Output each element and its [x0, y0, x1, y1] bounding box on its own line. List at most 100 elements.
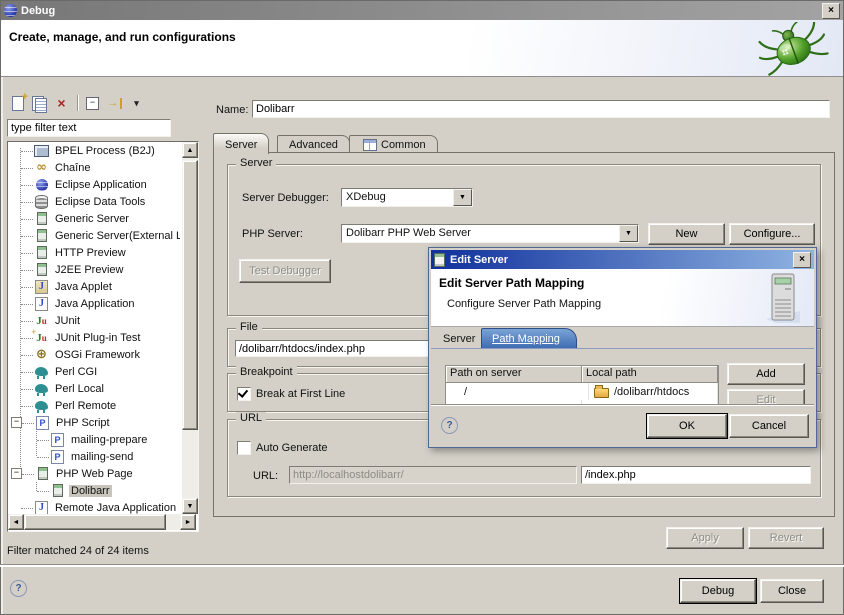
- tree-item-label[interactable]: OSGi Framework: [53, 349, 142, 361]
- tree-item-java-application[interactable]: JJava Application: [8, 295, 180, 312]
- tree-item-junit-plug-in-test[interactable]: +JuJUnit Plug-in Test: [8, 329, 180, 346]
- tree-item-label[interactable]: Eclipse Application: [53, 179, 149, 191]
- tree-item-label[interactable]: mailing-prepare: [69, 434, 149, 446]
- name-input[interactable]: [252, 100, 830, 118]
- tree-item-label[interactable]: JUnit: [53, 315, 82, 327]
- new-server-button[interactable]: New: [648, 223, 725, 245]
- tree-item-label[interactable]: J2EE Preview: [53, 264, 125, 276]
- tree-item-java-applet[interactable]: JJava Applet: [8, 278, 180, 295]
- new-configuration-icon[interactable]: +: [7, 94, 28, 113]
- dialog-tab-path-mapping[interactable]: Path Mapping: [481, 328, 577, 348]
- php-server-select[interactable]: Dolibarr PHP Web Server ▼: [341, 224, 639, 243]
- scroll-down-icon[interactable]: ▼: [182, 498, 198, 514]
- tree-item-label[interactable]: Remote Java Application: [53, 502, 178, 514]
- filter-menu-arrow-icon[interactable]: ▾: [126, 94, 147, 113]
- dialog-tab-server[interactable]: Server: [437, 332, 481, 346]
- tree-item-label[interactable]: Generic Server: [53, 213, 131, 225]
- apply-button[interactable]: Apply: [666, 527, 744, 549]
- path-mapping-table[interactable]: Path on serverLocal path//dolibarr/htdoc…: [445, 365, 719, 404]
- tree-item-label[interactable]: JUnit Plug-in Test: [53, 332, 142, 344]
- edit-server-titlebar[interactable]: Edit Server ×: [431, 250, 814, 269]
- configure-server-button[interactable]: Configure...: [729, 223, 815, 245]
- chevron-down-icon[interactable]: ▼: [453, 189, 472, 206]
- url-path-input[interactable]: [581, 466, 811, 484]
- tree-item-generic-server[interactable]: Generic Server: [8, 210, 180, 227]
- tab-common-label: Common: [381, 139, 426, 151]
- tree-item-label[interactable]: PHP Script: [54, 417, 112, 429]
- tree-item-php-script[interactable]: −PPHP Script: [8, 414, 180, 431]
- cancel-button[interactable]: Cancel: [729, 414, 809, 438]
- duplicate-configuration-icon[interactable]: [29, 94, 50, 113]
- tree-item-label[interactable]: BPEL Process (B2J): [53, 145, 157, 157]
- delete-configuration-icon[interactable]: ×: [51, 94, 72, 113]
- tree-item-label[interactable]: HTTP Preview: [53, 247, 128, 259]
- tree-item-perl-local[interactable]: Perl Local: [8, 380, 180, 397]
- tree-item-generic-server-external-la[interactable]: Generic Server(External La: [8, 227, 180, 244]
- collapse-expander-icon[interactable]: −: [11, 468, 22, 479]
- tree-item-eclipse-data-tools[interactable]: Eclipse Data Tools: [8, 193, 180, 210]
- url-base-input[interactable]: [289, 466, 577, 484]
- local-path-cell[interactable]: /dolibarr/htdocs: [589, 383, 718, 400]
- tree-item-label[interactable]: Perl CGI: [53, 366, 99, 378]
- debug-button[interactable]: Debug: [680, 579, 756, 603]
- horizontal-scroll-thumb[interactable]: [24, 514, 166, 530]
- tree-item-remote-java-application[interactable]: J→Remote Java Application: [8, 499, 180, 514]
- revert-button[interactable]: Revert: [748, 527, 824, 549]
- table-icon: [362, 138, 377, 152]
- tree-item-label[interactable]: Perl Local: [53, 383, 106, 395]
- dialog-close-button[interactable]: ×: [793, 252, 811, 268]
- tree-vertical-scrollbar[interactable]: ▲ ▼: [182, 142, 198, 514]
- ok-button[interactable]: OK: [647, 414, 727, 438]
- tree-item-label[interactable]: Java Applet: [53, 281, 114, 293]
- tree-item-label[interactable]: Generic Server(External La: [53, 230, 180, 242]
- tree-item-label[interactable]: mailing-send: [69, 451, 135, 463]
- tree-item-http-preview[interactable]: HTTP Preview: [8, 244, 180, 261]
- tree-item-osgi-framework[interactable]: ⊕OSGi Framework: [8, 346, 180, 363]
- tree-item-mailing-prepare[interactable]: Pmailing-prepare: [8, 431, 180, 448]
- tree-horizontal-scrollbar[interactable]: ◄ ►: [8, 514, 196, 530]
- window-titlebar[interactable]: Debug ×: [1, 1, 843, 20]
- close-button[interactable]: Close: [760, 579, 824, 603]
- table-row[interactable]: //dolibarr/htdocs: [446, 383, 718, 400]
- scroll-right-icon[interactable]: ►: [180, 514, 196, 530]
- collapse-expander-icon[interactable]: −: [11, 417, 22, 428]
- scroll-left-icon[interactable]: ◄: [8, 514, 24, 530]
- filter-icon[interactable]: →: [104, 94, 125, 113]
- tree-item-junit[interactable]: JuJUnit: [8, 312, 180, 329]
- auto-generate-checkbox[interactable]: [237, 441, 251, 455]
- edit-mapping-button[interactable]: Edit: [727, 389, 805, 404]
- tree-item-label[interactable]: Chaîne: [53, 162, 92, 174]
- add-mapping-button[interactable]: Add: [727, 363, 805, 385]
- tree-item-perl-remote[interactable]: Perl Remote: [8, 397, 180, 414]
- tree-item-label[interactable]: PHP Web Page: [54, 468, 135, 480]
- server-path-cell[interactable]: /: [446, 383, 589, 400]
- tree-item-eclipse-application[interactable]: Eclipse Application: [8, 176, 180, 193]
- tree-item-label[interactable]: Java Application: [53, 298, 137, 310]
- tree-item-perl-cgi[interactable]: Perl CGI: [8, 363, 180, 380]
- server-debugger-select[interactable]: XDebug ▼: [341, 188, 473, 207]
- tree-item-bpel-process-b2j[interactable]: BPEL Process (B2J): [8, 142, 180, 159]
- tree-item-label[interactable]: Eclipse Data Tools: [53, 196, 147, 208]
- break-at-first-line-checkbox[interactable]: [237, 387, 251, 401]
- help-icon[interactable]: ?: [10, 580, 27, 597]
- collapse-all-icon[interactable]: −: [82, 94, 103, 113]
- test-debugger-button[interactable]: Test Debugger: [239, 259, 331, 283]
- table-header[interactable]: Path on server: [446, 366, 582, 383]
- tab-common[interactable]: Common: [349, 135, 438, 152]
- vertical-scroll-thumb[interactable]: [182, 160, 198, 430]
- tree-item-mailing-send[interactable]: Pmailing-send: [8, 448, 180, 465]
- tree-item-php-web-page[interactable]: − PHP Web Page: [8, 465, 180, 482]
- tree-item-dolibarr[interactable]: Dolibarr: [8, 482, 180, 499]
- tab-advanced[interactable]: Advanced: [277, 135, 350, 152]
- tree-item-j2ee-preview[interactable]: J2EE Preview: [8, 261, 180, 278]
- tree-item-label[interactable]: Dolibarr: [69, 485, 112, 497]
- table-header[interactable]: Local path: [582, 366, 718, 383]
- filter-input[interactable]: [7, 119, 171, 137]
- dialog-help-icon[interactable]: ?: [441, 417, 458, 434]
- chevron-down-icon[interactable]: ▼: [619, 225, 638, 242]
- tree-item-cha-ne[interactable]: ∞Chaîne: [8, 159, 180, 176]
- tree-item-label[interactable]: Perl Remote: [53, 400, 118, 412]
- window-close-button[interactable]: ×: [822, 3, 840, 19]
- tab-server[interactable]: Server: [213, 133, 269, 154]
- scroll-up-icon[interactable]: ▲: [182, 142, 198, 158]
